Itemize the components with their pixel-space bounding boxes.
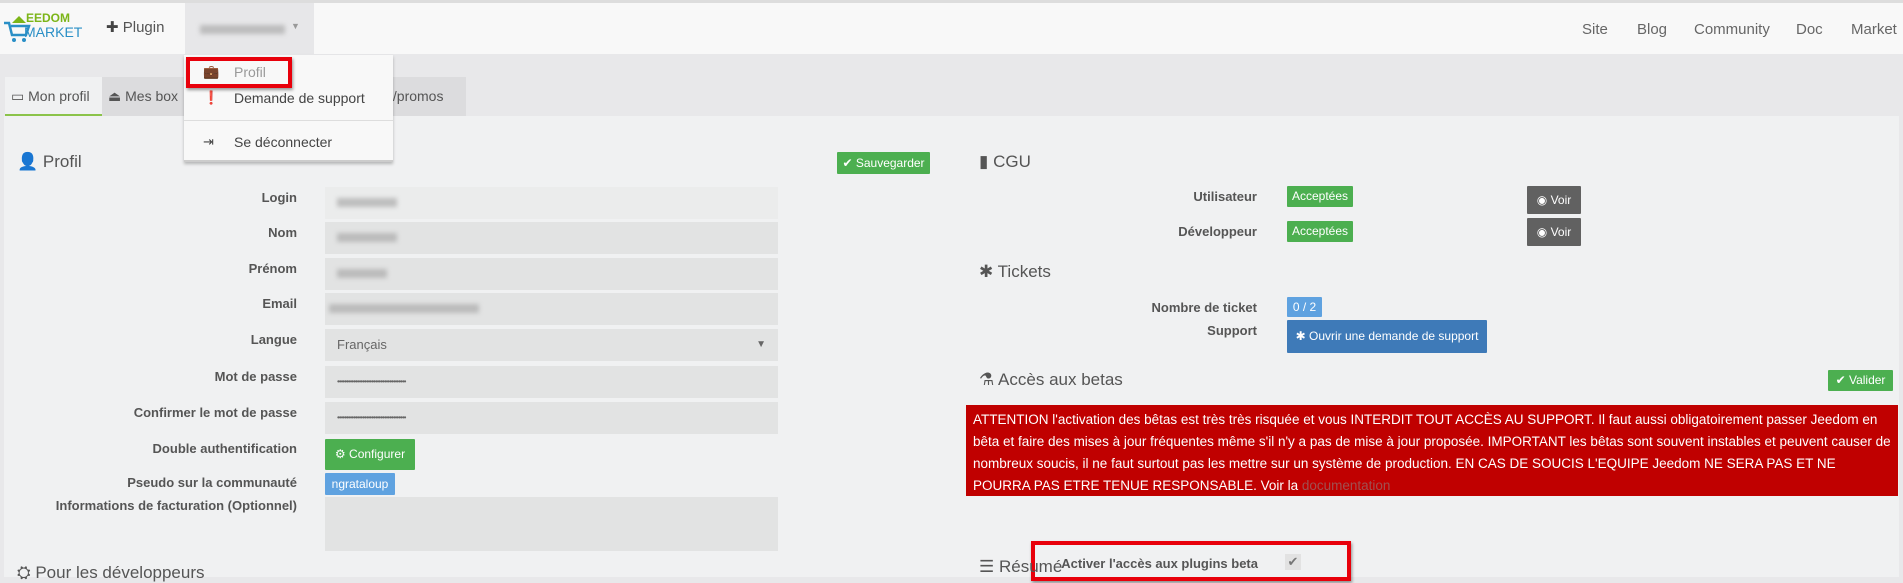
caret-down-icon: ▼ xyxy=(291,21,300,31)
cgu-dev-view-button[interactable]: ◉ Voir xyxy=(1527,218,1581,246)
file-icon: ▮ xyxy=(979,152,989,171)
username-blurred xyxy=(200,25,285,34)
cgu-dev-label: Développeur xyxy=(1178,224,1257,239)
id-card-icon: ▭ xyxy=(11,88,25,104)
inbox-icon: ⏏ xyxy=(108,88,122,104)
resume-heading: ☰ Résumé xyxy=(979,557,1062,577)
cgu-user-label: Utilisateur xyxy=(1193,189,1257,204)
login-label: Login xyxy=(261,190,297,205)
prenom-input[interactable] xyxy=(325,258,778,290)
open-support-button[interactable]: ✱ Ouvrir une demande de support xyxy=(1287,320,1487,353)
betas-title: Accès aux betas xyxy=(998,370,1123,389)
logo[interactable]: EEDOM MARKET xyxy=(2,11,86,47)
tab-label: Mon profil xyxy=(28,88,90,104)
check-icon: ✔ xyxy=(1835,373,1846,387)
menu-item-support[interactable]: ❗ Demande de support xyxy=(184,85,393,111)
tickets-title: Tickets xyxy=(997,262,1051,281)
nav-blog[interactable]: Blog xyxy=(1637,21,1667,38)
configure-2fa-button[interactable]: ⚙ Configurer xyxy=(325,439,415,470)
nom-label: Nom xyxy=(268,225,297,240)
pseudo-label: Pseudo sur la communauté xyxy=(127,475,297,490)
beta-warning-alert: ATTENTION l'activation des bêtas est trè… xyxy=(966,405,1898,496)
langue-label: Langue xyxy=(250,332,297,347)
nom-input[interactable] xyxy=(325,222,778,254)
ticket-count-badge: 0 / 2 xyxy=(1287,297,1322,317)
cgu-user-status: Acceptées xyxy=(1287,186,1353,207)
prenom-label: Prénom xyxy=(248,261,297,276)
billing-textarea[interactable] xyxy=(325,497,778,551)
save-button[interactable]: ✔ Sauvegarder xyxy=(837,152,930,174)
ticket-count-label: Nombre de ticket xyxy=(1151,300,1257,315)
nav-community[interactable]: Community xyxy=(1694,21,1770,38)
eye-icon: ◉ xyxy=(1536,193,1548,207)
email-input[interactable] xyxy=(325,293,778,325)
user-icon: 👤 xyxy=(17,152,39,171)
validate-label: Valider xyxy=(1848,373,1886,387)
check-icon: ✔ xyxy=(842,156,853,170)
documentation-link[interactable]: documentation xyxy=(1302,478,1391,493)
configure-label: Configurer xyxy=(349,447,406,461)
email-label: Email xyxy=(262,296,297,311)
menu-label: Demande de support xyxy=(234,90,365,106)
confirm-password-label: Confirmer le mot de passe xyxy=(133,405,297,420)
warning-text: ATTENTION l'activation des bêtas est trè… xyxy=(973,412,1891,493)
password-input[interactable]: •••••••••••••••••••••••••••••••••••••• xyxy=(325,366,778,398)
langue-value: Français xyxy=(337,337,387,352)
dev-icon: ⛭ xyxy=(17,563,31,582)
menu-label: Se déconnecter xyxy=(234,134,333,150)
bug-icon: ✱ xyxy=(979,262,994,281)
eye-icon: ◉ xyxy=(1536,225,1548,239)
tickets-heading: ✱ Tickets xyxy=(979,262,1051,282)
bars-icon: ☰ xyxy=(979,557,995,576)
bug-icon: ✱ xyxy=(1295,329,1306,343)
langue-select[interactable]: Français ▼ xyxy=(325,329,778,361)
support-label: Support xyxy=(1207,323,1257,338)
password-label: Mot de passe xyxy=(214,369,297,384)
login-input[interactable] xyxy=(325,187,778,219)
menu-divider xyxy=(184,120,393,121)
voir-label: Voir xyxy=(1550,225,1572,239)
menu-item-logout[interactable]: ⇥ Se déconnecter xyxy=(184,129,393,155)
flask-icon: ⚗ xyxy=(979,370,995,389)
dev-title: Pour les développeurs xyxy=(35,563,205,582)
betas-heading: ⚗ Accès aux betas xyxy=(979,370,1123,390)
cgu-user-view-button[interactable]: ◉ Voir xyxy=(1527,186,1581,214)
user-menu-toggle[interactable]: ▼ xyxy=(185,3,314,54)
double-auth-label: Double authentification xyxy=(152,441,297,456)
nav-market[interactable]: Market xyxy=(1851,21,1897,38)
pseudo-badge: ngrataloup xyxy=(325,473,395,495)
exclamation-circle-icon: ❗ xyxy=(203,90,220,105)
sign-out-icon: ⇥ xyxy=(203,134,214,149)
profil-title: Profil xyxy=(42,152,82,171)
cgu-heading: ▮ CGU xyxy=(979,152,1031,172)
cgu-dev-status: Acceptées xyxy=(1287,221,1353,242)
validate-button[interactable]: ✔ Valider xyxy=(1828,370,1893,391)
nav-doc[interactable]: Doc xyxy=(1796,21,1823,38)
plugin-label: Plugin xyxy=(122,19,165,36)
resume-title: Résumé xyxy=(998,557,1063,576)
billing-label: Informations de facturation (Optionnel) xyxy=(55,498,297,513)
support-button-label: Ouvrir une demande de support xyxy=(1308,329,1479,343)
cgu-title: CGU xyxy=(993,152,1031,171)
tab-label: Mes box xyxy=(125,88,179,104)
voir-label: Voir xyxy=(1550,193,1572,207)
logo-text-top: EEDOM xyxy=(26,11,71,25)
confirm-password-input[interactable]: •••••••••••••••••••••••••••••••••••••• xyxy=(325,402,778,434)
logo-text-bottom: MARKET xyxy=(24,24,83,40)
highlight-box-profil xyxy=(186,57,292,88)
dev-heading: ⛭ Pour les développeurs xyxy=(17,563,205,583)
profil-heading: 👤 Profil xyxy=(17,152,82,172)
save-label: Sauvegarder xyxy=(855,156,925,170)
puzzle-icon: ✚ xyxy=(106,19,119,36)
tab-mon-profil[interactable]: ▭ Mon profil xyxy=(5,77,102,116)
highlight-box-checkbox xyxy=(1031,541,1351,581)
dropdown-arrow-icon: ▼ xyxy=(756,339,766,350)
nav-site[interactable]: Site xyxy=(1582,21,1608,38)
plugin-menu[interactable]: ✚ Plugin xyxy=(106,18,164,36)
cogs-icon: ⚙ xyxy=(334,447,346,461)
